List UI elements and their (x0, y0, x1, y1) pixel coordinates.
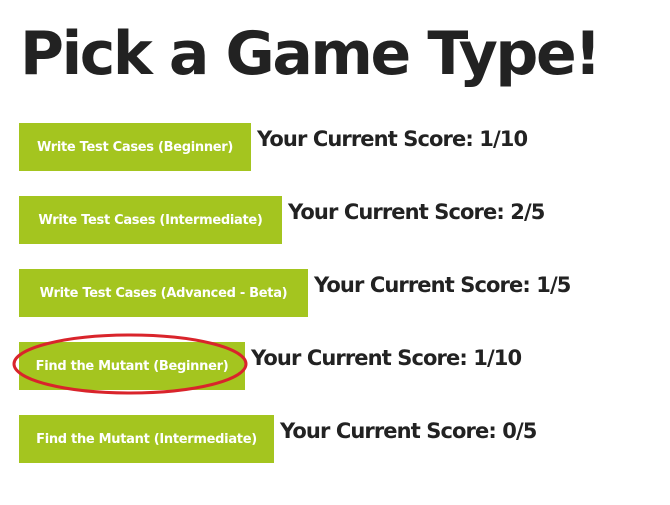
game-row-write-test-beginner: Write Test Cases (Beginner) Your Current… (19, 123, 528, 171)
write-test-cases-advanced-button[interactable]: Write Test Cases (Advanced - Beta) (19, 269, 308, 317)
write-test-cases-beginner-button[interactable]: Write Test Cases (Beginner) (19, 123, 251, 171)
game-row-write-test-intermediate: Write Test Cases (Intermediate) Your Cur… (19, 196, 545, 244)
page-title: Pick a Game Type! (20, 19, 602, 89)
score-text-find-mutant-intermediate: Your Current Score: 0/5 (280, 419, 537, 443)
find-the-mutant-intermediate-button[interactable]: Find the Mutant (Intermediate) (19, 415, 274, 463)
score-text-write-test-beginner: Your Current Score: 1/10 (257, 127, 528, 151)
game-row-write-test-advanced: Write Test Cases (Advanced - Beta) Your … (19, 269, 571, 317)
game-row-find-mutant-intermediate: Find the Mutant (Intermediate) Your Curr… (19, 415, 537, 463)
score-text-find-mutant-beginner: Your Current Score: 1/10 (251, 346, 522, 370)
write-test-cases-intermediate-button[interactable]: Write Test Cases (Intermediate) (19, 196, 282, 244)
game-row-find-mutant-beginner: Find the Mutant (Beginner) Your Current … (19, 342, 522, 390)
find-the-mutant-beginner-button[interactable]: Find the Mutant (Beginner) (19, 342, 245, 390)
score-text-write-test-advanced: Your Current Score: 1/5 (314, 273, 571, 297)
score-text-write-test-intermediate: Your Current Score: 2/5 (288, 200, 545, 224)
